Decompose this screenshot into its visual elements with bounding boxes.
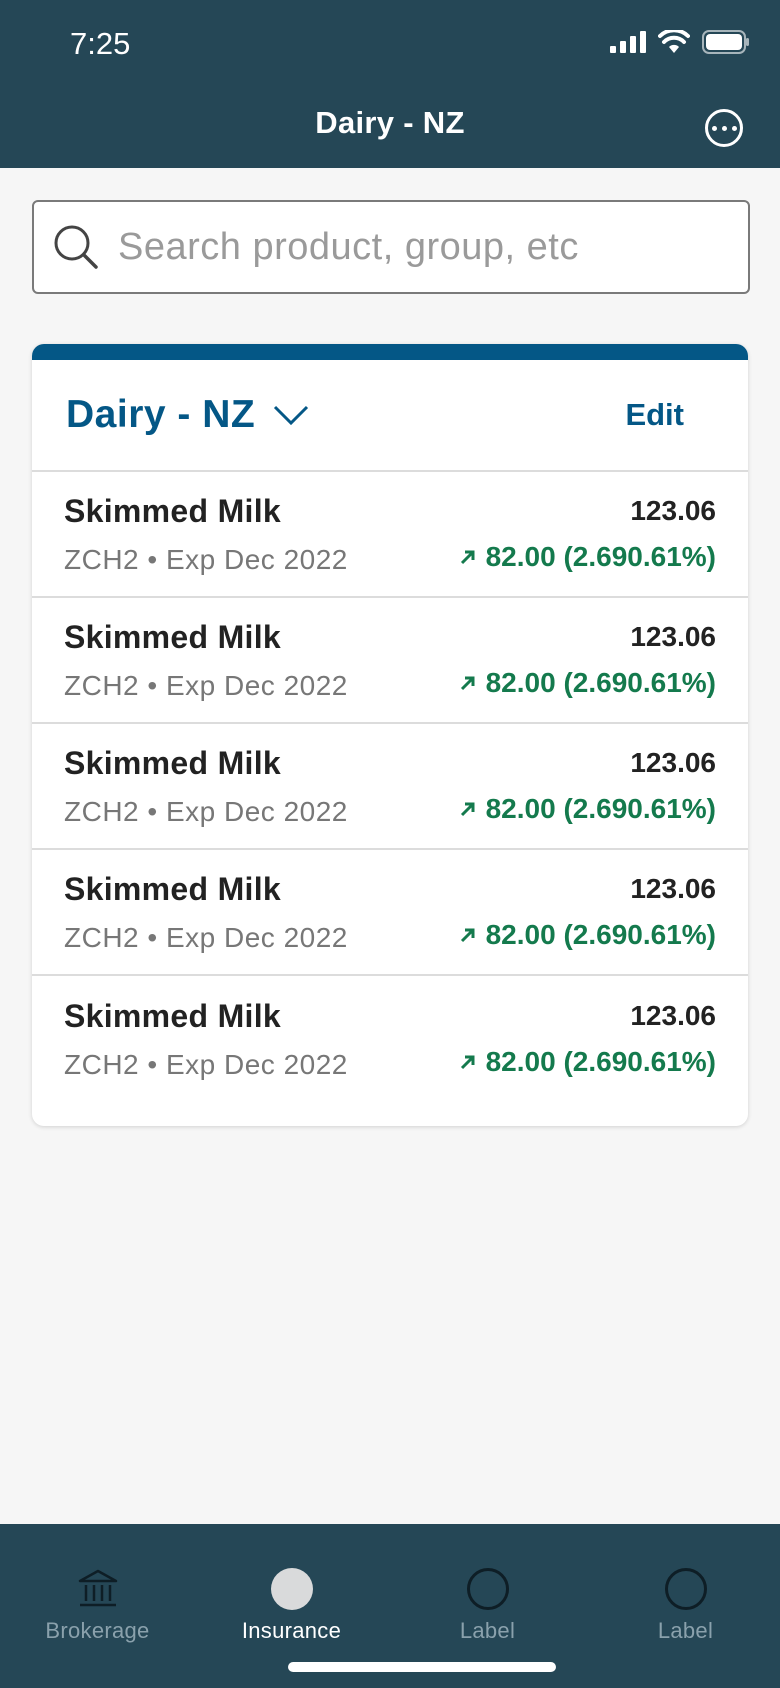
arrow-up-right-icon (460, 550, 475, 565)
product-meta: ZCH2 • Exp Dec 2022 (64, 543, 348, 575)
group-selector[interactable]: Dairy - NZ (66, 393, 309, 437)
tab-label: Brokerage (45, 1618, 150, 1643)
price-change: 82.00 (2.690.61%) (460, 919, 716, 951)
status-icons (610, 30, 750, 54)
tab-label: Label (657, 1618, 714, 1643)
product-meta: ZCH2 • Exp Dec 2022 (64, 669, 348, 701)
circle-icon (466, 1568, 509, 1610)
tab-label: Insurance (241, 1618, 342, 1643)
product-name: Skimmed Milk (64, 870, 282, 907)
product-meta: ZCH2 • Exp Dec 2022 (64, 795, 348, 827)
price-change-value: 82.00 (2.690.61%) (485, 1046, 716, 1077)
price-change: 82.00 (2.690.61%) (460, 1046, 716, 1078)
table-row[interactable]: Skimmed Milk ZCH2 • Exp Dec 2022 123.06 … (32, 976, 748, 1102)
tab-label-1[interactable]: Label (390, 1524, 585, 1644)
product-meta: ZCH2 • Exp Dec 2022 (64, 921, 348, 953)
product-name: Skimmed Milk (64, 997, 282, 1034)
product-price: 123.06 (630, 873, 716, 904)
product-name: Skimmed Milk (64, 492, 282, 529)
tab-bar: Brokerage Insurance Label Label (0, 1524, 780, 1688)
tab-label: Label (459, 1618, 516, 1643)
home-indicator (288, 1662, 556, 1672)
product-price: 123.06 (630, 747, 716, 778)
chevron-down-icon (274, 405, 309, 426)
product-price: 123.06 (630, 495, 716, 526)
product-name: Skimmed Milk (64, 744, 282, 781)
price-change-value: 82.00 (2.690.61%) (485, 793, 716, 824)
group-title: Dairy - NZ (66, 393, 256, 436)
tab-label-2[interactable]: Label (588, 1524, 780, 1644)
tab-insurance[interactable]: Insurance (194, 1524, 389, 1644)
product-name: Skimmed Milk (64, 618, 282, 655)
product-meta: ZCH2 • Exp Dec 2022 (64, 1048, 348, 1080)
status-time: 7:25 (70, 26, 131, 61)
card-header: Dairy - NZ Edit (32, 360, 748, 472)
price-change-value: 82.00 (2.690.61%) (485, 919, 716, 950)
search-input[interactable] (116, 224, 700, 270)
wifi-icon (658, 30, 690, 53)
bank-icon (78, 1569, 117, 1607)
arrow-up-right-icon (460, 928, 475, 943)
arrow-up-right-icon (460, 676, 475, 691)
signal-icon (610, 31, 646, 53)
arrow-up-right-icon (460, 802, 475, 817)
price-change-value: 82.00 (2.690.61%) (485, 541, 716, 572)
search-icon (54, 225, 98, 269)
table-row[interactable]: Skimmed Milk ZCH2 • Exp Dec 2022 123.06 … (32, 724, 748, 850)
card-accent-bar (32, 344, 748, 360)
price-change: 82.00 (2.690.61%) (460, 541, 716, 573)
product-price: 123.06 (630, 1000, 716, 1031)
tab-brokerage[interactable]: Brokerage (0, 1524, 195, 1644)
price-change: 82.00 (2.690.61%) (460, 667, 716, 699)
more-options-icon[interactable] (705, 109, 743, 147)
watchlist-card: Dairy - NZ Edit Skimmed Milk ZCH2 • Exp … (32, 344, 748, 1126)
edit-button[interactable]: Edit (625, 397, 684, 433)
table-row[interactable]: Skimmed Milk ZCH2 • Exp Dec 2022 123.06 … (32, 598, 748, 724)
filled-circle-icon (270, 1568, 313, 1610)
top-bar: 7:25 Dairy - NZ (0, 0, 780, 168)
product-price: 123.06 (630, 621, 716, 652)
circle-icon (664, 1568, 707, 1610)
search-bar[interactable] (32, 200, 750, 294)
table-row[interactable]: Skimmed Milk ZCH2 • Exp Dec 2022 123.06 … (32, 472, 748, 598)
page-title: Dairy - NZ (315, 105, 465, 140)
table-row[interactable]: Skimmed Milk ZCH2 • Exp Dec 2022 123.06 … (32, 850, 748, 976)
arrow-up-right-icon (460, 1055, 475, 1070)
battery-icon (702, 30, 749, 54)
price-change-value: 82.00 (2.690.61%) (485, 667, 716, 698)
price-change: 82.00 (2.690.61%) (460, 793, 716, 825)
